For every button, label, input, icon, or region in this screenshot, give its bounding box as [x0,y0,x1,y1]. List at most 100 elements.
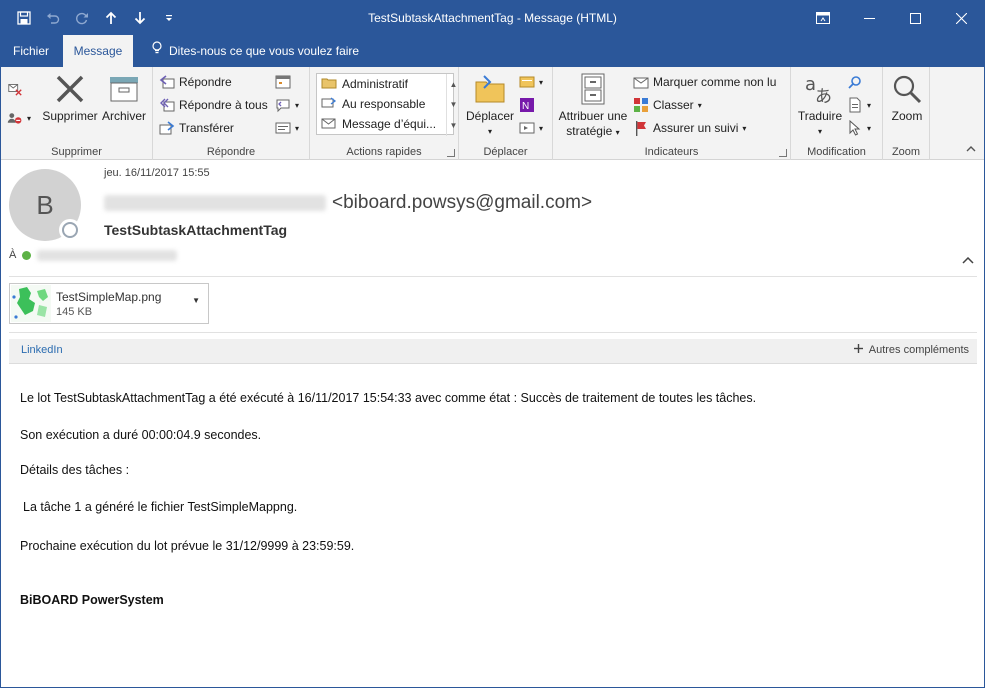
restore-ribbon-icon[interactable] [800,1,846,35]
save-icon[interactable] [9,1,38,35]
archive-button[interactable]: Archiver [99,71,149,124]
im-reply-button[interactable]: ▾ [275,94,299,116]
chevron-down-icon: ▾ [615,128,620,137]
group-label-tags: Indicateurs [644,146,699,158]
find-button[interactable] [847,71,863,93]
forward-mail-icon [321,96,337,112]
flag-icon [633,120,649,136]
dialog-launcher-icon[interactable] [779,149,787,157]
envelope-icon [633,74,649,90]
ignore-icon [7,80,23,96]
attachment-menu-chevron-icon[interactable]: ▼ [192,296,200,305]
linkedin-addin[interactable]: LinkedIn [21,344,63,356]
chevron-down-icon: ▾ [817,127,822,136]
onenote-button[interactable]: N [519,94,535,116]
zoom-button[interactable]: Zoom [885,71,929,124]
junk-button[interactable]: ▾ [7,107,31,129]
redo-icon[interactable] [67,1,96,35]
quick-step-item[interactable]: Message d’équi... [317,114,453,134]
reply-button[interactable]: Répondre [159,71,232,93]
delete-button[interactable]: Supprimer [41,71,99,124]
delete-x-icon [53,71,87,107]
attachment[interactable]: TestSimpleMap.png 145 KB ▼ [9,283,209,324]
translate-icon: aあ [803,71,837,107]
actions-icon [519,120,535,136]
translate-button[interactable]: aあ Traduire ▾ [795,71,845,139]
group-label-quick-steps: Actions rapides [346,146,422,158]
move-button[interactable]: Déplacer ▾ [463,71,517,139]
group-quick-steps: Administratif Au responsable Message d’é… [310,67,459,160]
assign-policy-button[interactable]: Attribuer une stratégie ▾ [555,71,631,140]
outlook-message-window: TestSubtaskAttachmentTag - Message (HTML… [0,0,985,688]
chevron-down-icon: ▾ [697,100,702,110]
chevron-down-icon: ▾ [867,123,872,133]
group-move: Déplacer ▾ ▾ N ▾ Déplacer [459,67,553,160]
reply-all-button[interactable]: Répondre à tous [159,94,268,116]
more-addins-button[interactable]: Autres compléments [853,344,969,356]
tab-message[interactable]: Message [63,35,133,67]
magnifier-icon [890,71,924,107]
delete-label: Supprimer [42,109,98,123]
recipient-redacted[interactable] [37,249,178,261]
meeting-button[interactable] [275,71,291,93]
close-icon[interactable] [938,1,984,35]
signature: BiBOARD PowerSystem [20,593,164,607]
forward-icon [159,120,175,136]
sender[interactable]: <biboard.powsys@gmail.com> [104,191,592,215]
im-icon [275,97,291,113]
body-line: Prochaine exécution du lot prévue le 31/… [20,539,355,553]
group-zoom: Zoom Zoom [883,67,930,160]
quick-step-label: Au responsable [342,97,426,111]
body-line: La tâche 1 a généré le fichier TestSimpl… [23,500,298,514]
more-respond-icon [275,120,291,136]
quick-step-item[interactable]: Au responsable [317,94,453,114]
collapse-ribbon-icon[interactable] [966,144,976,155]
assign-policy-label-2: stratégie [566,124,613,138]
group-tags: Attribuer une stratégie ▾ Marquer comme … [553,67,791,160]
quick-steps-scroll[interactable]: ▲ ▼ ▼ [446,74,460,136]
folder-move-icon [321,77,337,92]
quick-step-item[interactable]: Administratif [317,74,453,94]
expand-gallery-icon[interactable]: ▼ [450,121,458,130]
chevron-down-icon: ▾ [867,100,872,110]
dialog-launcher-icon[interactable] [447,149,455,157]
undo-icon[interactable] [38,1,67,35]
arrow-up-icon[interactable] [96,1,125,35]
categorize-button[interactable]: Classer ▾ [633,94,702,116]
mark-unread-button[interactable]: Marquer comme non lu [633,71,776,93]
collapse-header-icon[interactable] [962,255,974,267]
translate-label: Traduire [797,109,843,123]
customize-icon[interactable] [154,1,183,35]
presence-status-icon [59,219,81,241]
tab-file[interactable]: Fichier [13,35,49,67]
more-respond-button[interactable]: ▾ [275,117,299,139]
minimize-icon[interactable] [846,1,892,35]
related-button[interactable]: ▾ [847,94,871,116]
cursor-icon [847,120,863,136]
follow-up-button[interactable]: Assurer un suivi ▾ [633,117,746,139]
arrow-down-icon[interactable] [125,1,154,35]
rules-button[interactable]: ▾ [519,71,543,93]
message-header: B jeu. 16/11/2017 15:55 <biboard.powsys@… [1,161,984,276]
chevron-down-icon: ▾ [295,123,300,133]
reply-label: Répondre [179,75,232,89]
forward-button[interactable]: Transférer [159,117,234,139]
scroll-down-icon[interactable]: ▼ [450,100,458,109]
group-label-respond: Répondre [206,146,256,158]
select-button[interactable]: ▾ [847,117,871,139]
attachment-divider [9,332,977,333]
calendar-icon [275,74,291,90]
scroll-up-icon[interactable]: ▲ [450,80,458,89]
group-label-editing: Modification [807,146,866,158]
chevron-down-icon: ▾ [295,100,300,110]
quick-steps-gallery: Administratif Au responsable Message d’é… [316,73,457,136]
body-line: Le lot TestSubtaskAttachmentTag a été ex… [20,391,757,405]
sender-name-redacted [104,195,326,211]
ignore-button[interactable] [7,77,23,99]
body-line: Son exécution a duré 00:00:04.9 secondes… [20,428,262,442]
maximize-icon[interactable] [892,1,938,35]
ribbon-tabs: Fichier Message Dites-nous ce que vous v… [1,35,984,67]
tell-me-box[interactable]: Dites-nous ce que vous voulez faire [151,35,359,67]
sent-date: jeu. 16/11/2017 15:55 [104,167,210,179]
actions-button[interactable]: ▾ [519,117,543,139]
